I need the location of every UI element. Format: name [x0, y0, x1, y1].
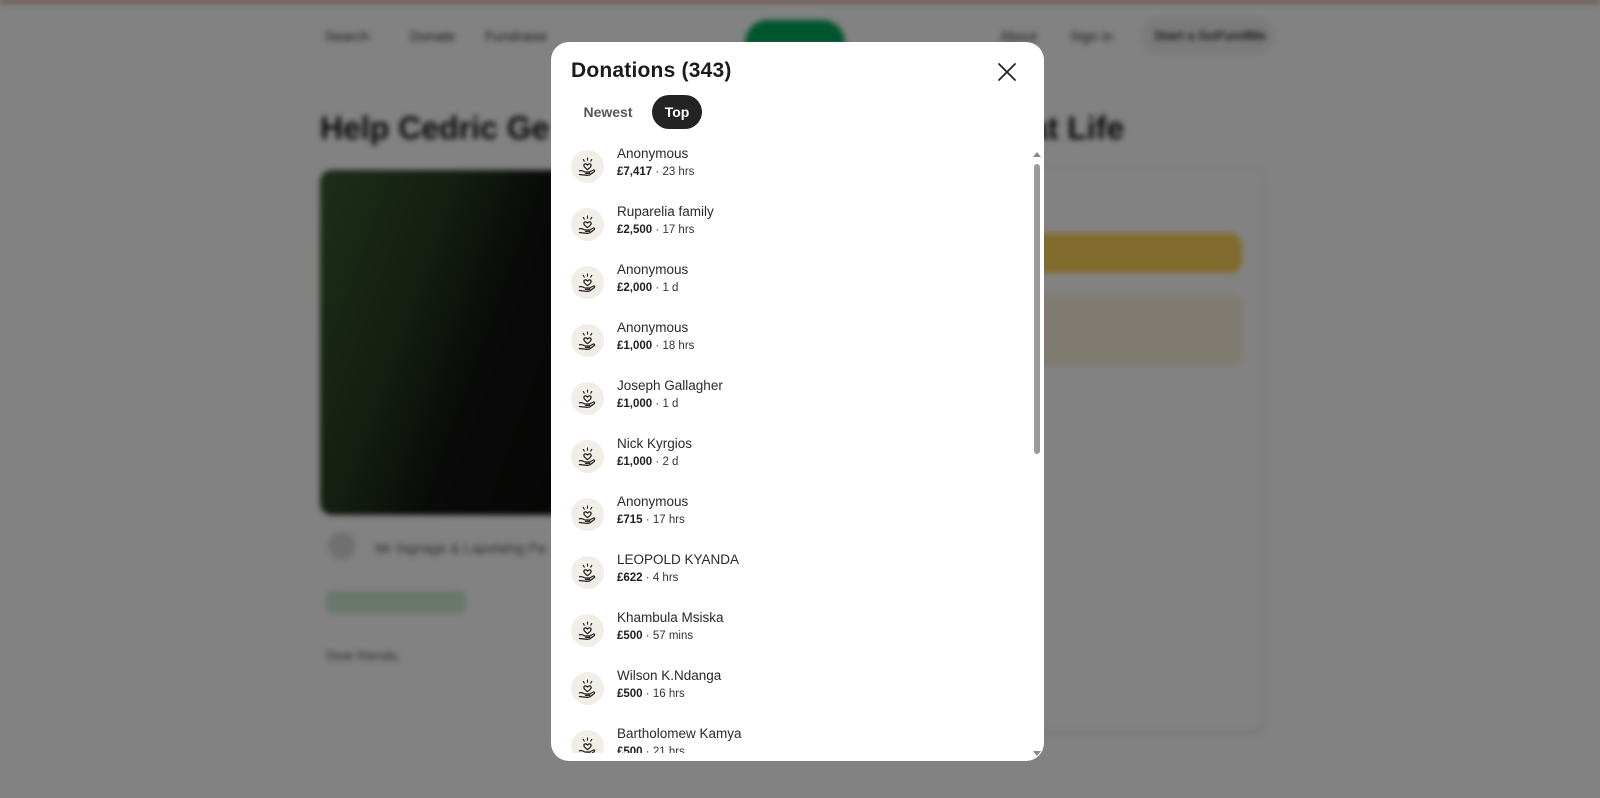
donation-amount: £500	[617, 688, 643, 700]
scroll-down-arrow[interactable]	[1033, 751, 1041, 756]
donor-name: Anonymous	[617, 262, 689, 277]
donor-name: LEOPOLD KYANDA	[617, 552, 740, 567]
donation-item[interactable]: Anonymous £1,000 · 18 hrs	[571, 320, 1011, 370]
donation-meta: £500 · 57 mins	[617, 630, 693, 642]
tab-newest[interactable]: Newest	[571, 95, 645, 129]
meta-separator: ·	[655, 340, 660, 352]
heart-hand-icon	[571, 498, 604, 531]
donation-list[interactable]: Anonymous £7,417 · 23 hrs Ruparelia family…	[551, 146, 1027, 753]
heart-hand-icon	[571, 440, 604, 473]
scrollbar[interactable]	[1033, 152, 1041, 756]
donation-time: 2 d	[662, 456, 679, 468]
donor-name: Joseph Gallagher	[617, 378, 723, 393]
donation-time: 17 hrs	[652, 514, 685, 526]
meta-separator: ·	[655, 456, 660, 468]
donation-item[interactable]: Khambula Msiska £500 · 57 mins	[571, 610, 1011, 660]
close-icon	[998, 63, 1016, 81]
donation-time: 1 d	[662, 398, 679, 410]
donation-item[interactable]: Wilson K.Ndanga £500 · 16 hrs	[571, 668, 1011, 718]
heart-hand-icon	[571, 672, 604, 705]
donor-name: Wilson K.Ndanga	[617, 668, 722, 683]
donation-item[interactable]: LEOPOLD KYANDA £622 · 4 hrs	[571, 552, 1011, 602]
donation-item[interactable]: Bartholomew Kamya £500 · 21 hrs	[571, 726, 1011, 753]
meta-separator: ·	[655, 166, 660, 178]
donation-amount: £500	[617, 630, 643, 642]
heart-hand-icon	[571, 266, 604, 299]
meta-separator: ·	[655, 224, 660, 236]
donation-meta: £622 · 4 hrs	[617, 572, 678, 584]
donation-amount: £1,000	[617, 340, 653, 352]
donor-name: Anonymous	[617, 494, 689, 509]
meta-separator: ·	[645, 630, 650, 642]
heart-hand-icon	[571, 614, 604, 647]
heart-hand-icon	[571, 382, 604, 415]
donor-name: Ruparelia family	[617, 204, 714, 219]
donation-item[interactable]: Joseph Gallagher £1,000 · 1 d	[571, 378, 1011, 428]
donation-meta: £500 · 21 hrs	[617, 746, 685, 753]
donation-time: 21 hrs	[652, 746, 685, 753]
donation-item[interactable]: Anonymous £2,000 · 1 d	[571, 262, 1011, 312]
meta-separator: ·	[655, 282, 660, 294]
modal-title: Donations (343)	[571, 59, 732, 82]
heart-hand-icon	[571, 556, 604, 589]
donation-amount: £500	[617, 746, 643, 753]
donation-time: 17 hrs	[662, 224, 695, 236]
donation-meta: £7,417 · 23 hrs	[617, 166, 694, 178]
donation-item[interactable]: Anonymous £715 · 17 hrs	[571, 494, 1011, 544]
donation-item[interactable]: Ruparelia family £2,500 · 17 hrs	[571, 204, 1011, 254]
donor-name: Khambula Msiska	[617, 610, 724, 625]
donation-amount: £622	[617, 572, 643, 584]
donation-meta: £1,000 · 2 d	[617, 456, 678, 468]
donation-time: 16 hrs	[652, 688, 685, 700]
donation-amount: £1,000	[617, 456, 653, 468]
donation-meta: £2,500 · 17 hrs	[617, 224, 694, 236]
donation-meta: £2,000 · 1 d	[617, 282, 678, 294]
donation-meta: £715 · 17 hrs	[617, 514, 685, 526]
scroll-up-arrow[interactable]	[1033, 152, 1041, 157]
meta-separator: ·	[645, 688, 650, 700]
meta-separator: ·	[645, 746, 650, 753]
donor-name: Anonymous	[617, 320, 689, 335]
donor-name: Anonymous	[617, 146, 689, 161]
donation-time: 57 mins	[652, 630, 694, 642]
close-button[interactable]	[992, 57, 1022, 87]
donor-name: Nick Kyrgios	[617, 436, 693, 451]
meta-separator: ·	[645, 514, 650, 526]
donation-meta: £1,000 · 18 hrs	[617, 340, 694, 352]
heart-hand-icon	[571, 208, 604, 241]
donation-amount: £7,417	[617, 166, 653, 178]
heart-hand-icon	[571, 730, 604, 753]
donation-item[interactable]: Nick Kyrgios £1,000 · 2 d	[571, 436, 1011, 486]
donation-time: 23 hrs	[662, 166, 695, 178]
tab-top[interactable]: Top	[652, 95, 702, 129]
meta-separator: ·	[655, 398, 660, 410]
meta-separator: ·	[645, 572, 650, 584]
donations-modal: Donations (343) Newest Top Anonymous £7,4…	[551, 42, 1044, 761]
donation-meta: £500 · 16 hrs	[617, 688, 685, 700]
donation-amount: £2,500	[617, 224, 653, 236]
donation-amount: £715	[617, 514, 643, 526]
scroll-thumb[interactable]	[1034, 164, 1040, 454]
heart-hand-icon	[571, 150, 604, 183]
donation-time: 18 hrs	[662, 340, 695, 352]
donation-item[interactable]: Anonymous £7,417 · 23 hrs	[571, 146, 1011, 196]
donation-amount: £2,000	[617, 282, 653, 294]
donation-time: 4 hrs	[652, 572, 679, 584]
donor-name: Bartholomew Kamya	[617, 726, 742, 741]
donation-time: 1 d	[662, 282, 679, 294]
donation-amount: £1,000	[617, 398, 653, 410]
heart-hand-icon	[571, 324, 604, 357]
donation-meta: £1,000 · 1 d	[617, 398, 678, 410]
